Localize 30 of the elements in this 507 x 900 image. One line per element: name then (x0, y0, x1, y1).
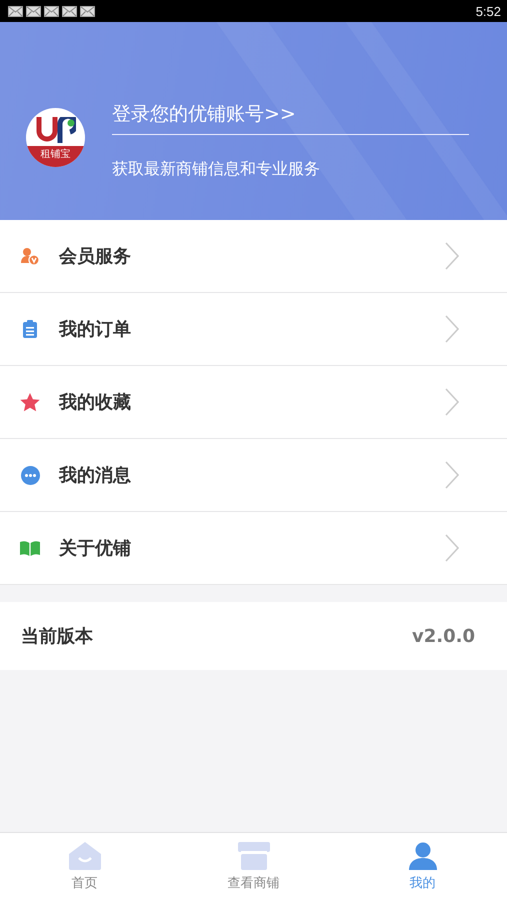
mail-icon (62, 6, 77, 16)
mail-icon (80, 6, 95, 16)
chat-icon (20, 466, 40, 484)
clipboard-icon (23, 320, 37, 338)
chevron-icon (445, 461, 459, 489)
clock-time: 5:52 (476, 4, 501, 18)
menu-item[interactable]: 会员服务 (0, 220, 507, 293)
version-number: v2.0.0 (412, 626, 475, 646)
member-icon (21, 247, 39, 265)
menu-item[interactable]: 关于优铺 (0, 512, 507, 585)
menu-item[interactable]: 我的消息 (0, 439, 507, 512)
app-logo: 租铺宝 (26, 108, 85, 166)
subtitle-text: 获取最新商铺信息和专业服务 (112, 159, 321, 180)
chevron-icon (445, 242, 459, 270)
tab-item[interactable]: 查看商铺 (169, 833, 338, 900)
menu-item[interactable]: 我的订单 (0, 293, 507, 366)
chevron-icon (445, 315, 459, 343)
mail-icon (44, 6, 59, 16)
chevron-icon (445, 534, 459, 562)
menu-item[interactable]: 我的收藏 (0, 366, 507, 439)
book-icon (20, 540, 40, 556)
shop-icon (238, 842, 270, 870)
tab-item[interactable]: 首页 (0, 833, 169, 900)
mail-icon (8, 6, 23, 16)
mail-icon (26, 6, 41, 16)
version-label: 当前版本 (21, 625, 93, 648)
house-icon (68, 842, 100, 870)
chevron-icon (445, 388, 459, 416)
star-icon (20, 392, 40, 412)
person-icon (408, 842, 438, 870)
